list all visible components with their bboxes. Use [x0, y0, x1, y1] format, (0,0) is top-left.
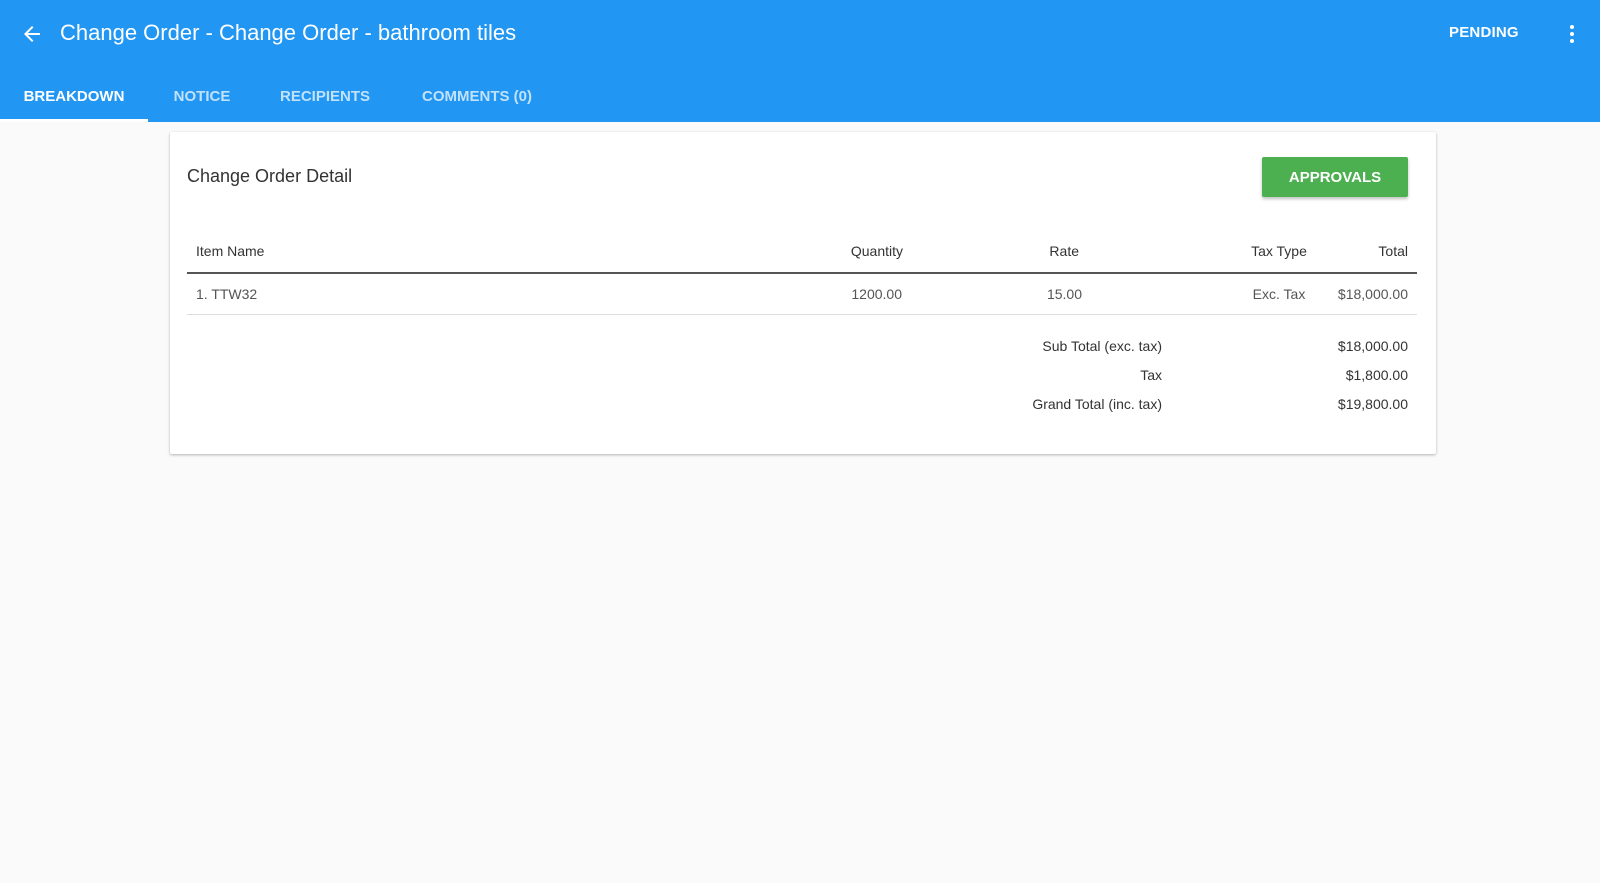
page-title: Change Order - Change Order - bathroom t…: [60, 20, 517, 45]
more-vertical-icon: [1570, 25, 1574, 43]
tab-comments[interactable]: COMMENTS (0): [394, 70, 560, 122]
row-tax-type: Exc. Tax: [1252, 286, 1306, 302]
tab-recipients[interactable]: RECIPIENTS: [256, 70, 394, 122]
app-bar: Change Order - Change Order - bathroom t…: [0, 0, 1600, 122]
tab-bar: BREAKDOWN NOTICE RECIPIENTS COMMENTS (0): [0, 70, 1600, 122]
row-quantity: 1200.00: [851, 286, 902, 302]
status-badge: PENDING: [1449, 24, 1519, 41]
tax-label: Tax: [1140, 367, 1162, 383]
arrow-left-icon: [24, 26, 40, 42]
grand-total-value: $19,800.00: [1337, 396, 1408, 412]
row-rate: 15.00: [1046, 286, 1082, 302]
subtotal-label: Sub Total (exc. tax): [1042, 338, 1162, 354]
change-order-detail-card: Change Order Detail APPROVALS Item Name …: [170, 132, 1436, 454]
top-bar: Change Order - Change Order - bathroom t…: [0, 0, 1600, 68]
grand-total-label: Grand Total (inc. tax): [1032, 396, 1162, 412]
column-header-quantity: Quantity: [850, 243, 903, 259]
more-options-button[interactable]: [1560, 18, 1584, 50]
column-header-rate: Rate: [1049, 243, 1079, 259]
column-header-total: Total: [1378, 243, 1408, 259]
tab-breakdown[interactable]: BREAKDOWN: [0, 70, 148, 122]
approvals-button[interactable]: APPROVALS: [1262, 157, 1408, 197]
row-item-name: 1. TTW32: [196, 286, 258, 302]
subtotal-value: $18,000.00: [1337, 338, 1408, 354]
table-row-divider: [187, 314, 1417, 315]
row-total: $18,000.00: [1337, 286, 1408, 302]
back-button[interactable]: [16, 18, 48, 50]
tax-value: $1,800.00: [1345, 367, 1408, 383]
column-header-tax-type: Tax Type: [1251, 243, 1307, 259]
tab-notice[interactable]: NOTICE: [148, 70, 256, 122]
table-header-divider: [187, 272, 1417, 274]
column-header-item-name: Item Name: [196, 243, 265, 259]
card-title: Change Order Detail: [187, 166, 353, 186]
